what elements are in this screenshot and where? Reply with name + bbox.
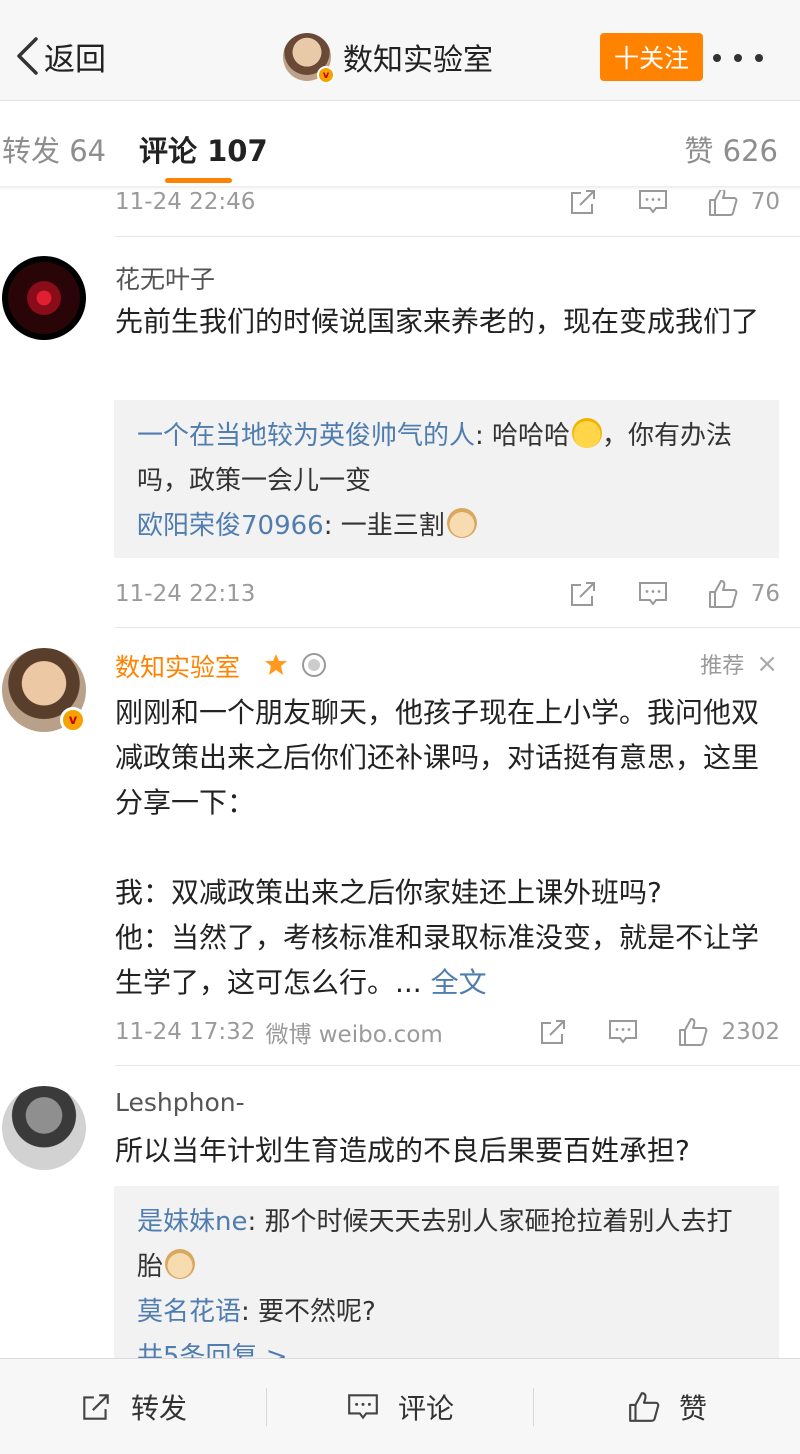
- reply-username[interactable]: 欧阳荣俊70966: [137, 511, 324, 541]
- back-chevron-icon: [17, 37, 38, 75]
- share-button[interactable]: [567, 190, 599, 218]
- medal-icon: [302, 653, 326, 677]
- tab-comments[interactable]: 评论 107: [139, 128, 268, 170]
- verified-badge-icon: v: [317, 66, 335, 84]
- comment-button[interactable]: [637, 190, 669, 218]
- page-title: 数知实验室: [343, 43, 493, 78]
- repost-button[interactable]: 转发: [0, 1387, 266, 1427]
- like-button[interactable]: 70: [707, 190, 780, 218]
- comment-divider: [115, 236, 800, 237]
- thumbs-up-icon: [629, 1391, 660, 1422]
- comment-divider: [115, 627, 800, 628]
- comment-paragraph: 我：双减政策出来之后你家娃还上课外班吗?: [115, 876, 662, 909]
- comment-icon: [609, 1020, 638, 1044]
- share-icon: [541, 1020, 566, 1044]
- full-text-link[interactable]: 全文: [431, 966, 487, 999]
- reply-text: : 哈哈哈: [475, 421, 571, 451]
- comment-button[interactable]: 评论: [267, 1387, 533, 1427]
- back-button[interactable]: 返回: [14, 34, 106, 78]
- reply-item: 是妹妹ne: 那个时候天天去别人家砸抢拉着别人去打胎: [137, 1200, 756, 1290]
- status-bar: [0, 0, 800, 8]
- comment-source: 微博 weibo.com: [265, 1022, 443, 1048]
- share-icon: [83, 1393, 109, 1420]
- comment-icon: [348, 1393, 378, 1419]
- reply-username[interactable]: 是妹妹ne: [137, 1207, 247, 1237]
- comment-paragraph: 他：当然了，考核标准和录取标准没变，就是不让学生学了，这可怎么行。... 全文: [115, 915, 785, 1005]
- bottom-action-bar: 转发 评论 赞: [0, 1358, 800, 1454]
- reply-text: : 一韭三割: [323, 511, 445, 541]
- repost-label: 转发: [130, 1391, 187, 1425]
- thumbs-up-icon: [708, 190, 738, 216]
- comment-meta: 11-24 17:32 微博 weibo.com 2302: [115, 1012, 780, 1052]
- follow-button[interactable]: 十关注: [600, 33, 703, 81]
- comment-time: 11-24 17:32: [115, 1019, 256, 1045]
- share-icon: [570, 190, 595, 214]
- comment-label: 评论: [397, 1391, 454, 1425]
- active-tab-indicator: [165, 178, 232, 183]
- comment-actions: 76: [529, 574, 780, 614]
- comment-time: 11-24 22:13: [115, 581, 256, 607]
- tab-bar: 转发 64 评论 107 赞 626: [0, 102, 800, 188]
- comment-paragraph: [115, 825, 785, 870]
- more-replies-link[interactable]: 共5条回复 >: [137, 1335, 756, 1358]
- comment-username[interactable]: Leshphon-: [115, 1088, 245, 1117]
- like-count: 76: [750, 581, 780, 607]
- reply-username[interactable]: 一个在当地较为英俊帅气的人: [137, 421, 475, 451]
- comment-username[interactable]: 数知实验室: [115, 648, 240, 684]
- like-label: 赞: [678, 1391, 707, 1425]
- doge-emoji-icon: [165, 1249, 196, 1279]
- tab-repost[interactable]: 转发 64: [2, 128, 106, 170]
- like-count: 2302: [721, 1019, 780, 1045]
- comment-actions: 2302: [499, 1012, 780, 1052]
- like-button[interactable]: 赞: [534, 1387, 800, 1427]
- comment-text: 先前生我们的时候说国家来养老的，现在变成我们了: [115, 305, 760, 338]
- comment-list[interactable]: 11-24 22:46 70 花无叶子 先前生我们的时候说国家来养老的，现在变成…: [0, 190, 800, 1358]
- reply-username[interactable]: 莫名花语: [137, 1297, 241, 1327]
- thumbs-up-icon: [679, 1018, 708, 1046]
- comment-actions: 70: [529, 190, 780, 222]
- comment-text: 所以当年计划生育造成的不良后果要百姓承担?: [115, 1134, 690, 1167]
- share-icon: [570, 582, 595, 606]
- comment-icon: [638, 190, 667, 214]
- comment-divider: [115, 1065, 800, 1066]
- like-count: 70: [750, 190, 780, 215]
- comment-meta: 11-24 22:46 70: [115, 190, 780, 222]
- close-icon[interactable]: ×: [756, 649, 778, 679]
- comment-icon: [638, 582, 667, 606]
- share-button[interactable]: [567, 578, 599, 610]
- reply-preview[interactable]: 是妹妹ne: 那个时候天天去别人家砸抢拉着别人去打胎 莫名花语: 要不然呢? 共…: [114, 1186, 779, 1358]
- more-dots-icon[interactable]: [713, 38, 763, 78]
- comment-username[interactable]: 花无叶子: [115, 260, 215, 296]
- reply-item: 一个在当地较为英俊帅气的人: 哈哈哈 ，你有办法吗，政策一会儿一变: [137, 414, 756, 504]
- comment-button[interactable]: [637, 578, 669, 610]
- share-button[interactable]: [537, 1016, 569, 1048]
- reply-item: 莫名花语: 要不然呢?: [137, 1290, 756, 1335]
- avatar[interactable]: [2, 256, 86, 340]
- reply-text: : 要不然呢?: [241, 1297, 376, 1327]
- avatar[interactable]: v: [283, 33, 335, 84]
- comment-time: 11-24 22:46: [115, 190, 256, 215]
- back-label: 返回: [44, 41, 106, 78]
- recommend-label: 推荐: [700, 654, 745, 679]
- comment-meta: 11-24 22:13 76: [115, 574, 780, 614]
- fan-badge-icon: [265, 654, 287, 675]
- comment-button[interactable]: [607, 1016, 639, 1048]
- recommend-tag: 推荐 ×: [700, 648, 778, 680]
- doge-emoji-icon: [446, 508, 477, 538]
- user-badges: [262, 651, 338, 679]
- navigation-bar: 返回 v 数知实验室 十关注: [0, 8, 800, 101]
- thumbs-up-icon: [708, 580, 738, 608]
- tab-likes[interactable]: 赞 626: [684, 128, 778, 170]
- laugh-emoji-icon: [572, 418, 603, 448]
- like-button[interactable]: 2302: [677, 1016, 780, 1048]
- reply-item: 欧阳荣俊70966: 一韭三割: [137, 504, 756, 549]
- comment-paragraph: 刚刚和一个朋友聊天，他孩子现在上小学。我问他双减政策出来之后你们还补课吗，对话挺…: [115, 696, 760, 819]
- account-header[interactable]: v 数知实验室: [283, 32, 493, 84]
- avatar[interactable]: [2, 1086, 86, 1170]
- verified-badge-icon: v: [60, 707, 86, 733]
- comment-text: 刚刚和一个朋友聊天，他孩子现在上小学。我问他双减政策出来之后你们还补课吗，对话挺…: [115, 690, 785, 1005]
- reply-preview[interactable]: 一个在当地较为英俊帅气的人: 哈哈哈 ，你有办法吗，政策一会儿一变 欧阳荣俊709…: [114, 400, 779, 558]
- like-button[interactable]: 76: [707, 578, 780, 610]
